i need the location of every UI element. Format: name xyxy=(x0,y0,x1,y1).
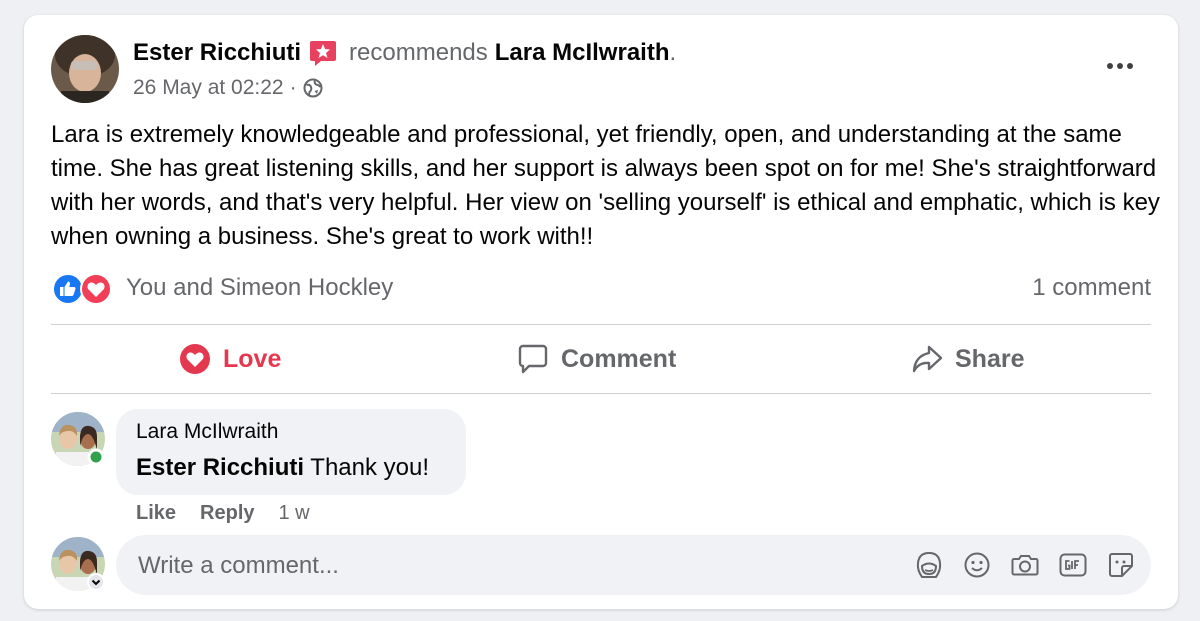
recommends-text: recommends xyxy=(349,39,488,66)
comment-actions: Like Reply 1 w xyxy=(136,502,310,525)
comment-input[interactable] xyxy=(136,535,880,597)
comment-age[interactable]: 1 w xyxy=(279,502,310,525)
post-meta: 26 May at 02:22 · xyxy=(133,76,323,100)
comment-reply-button[interactable]: Reply xyxy=(200,502,254,525)
more-dot xyxy=(1107,63,1113,69)
commenter-avatar[interactable] xyxy=(51,412,105,466)
camera-icon[interactable] xyxy=(1010,550,1040,580)
love-button[interactable]: Love xyxy=(179,326,281,392)
share-button[interactable]: Share xyxy=(911,326,1024,392)
comment-message: Thank you! xyxy=(304,454,430,481)
account-menu-chevron-icon[interactable] xyxy=(87,573,105,591)
emoji-icon[interactable] xyxy=(962,550,992,580)
current-user-avatar[interactable] xyxy=(51,537,105,591)
comment-label: Comment xyxy=(561,344,677,373)
reactions-text[interactable]: You and Simeon Hockley xyxy=(126,274,393,302)
comment-bubble: Lara McIlwraith Ester Ricchiuti Thank yo… xyxy=(116,409,466,495)
comment-text: Ester Ricchiuti Thank you! xyxy=(136,454,429,482)
comment-like-button[interactable]: Like xyxy=(136,502,176,525)
post-timestamp[interactable]: 26 May at 02:22 xyxy=(133,76,284,100)
avatar-sticker-icon[interactable] xyxy=(914,550,944,580)
divider xyxy=(51,324,1151,325)
share-icon xyxy=(912,345,943,373)
reaction-icons[interactable] xyxy=(51,273,117,305)
comment-count[interactable]: 1 comment xyxy=(1032,274,1151,302)
post-body: Lara is extremely knowledgeable and prof… xyxy=(51,121,1160,250)
comment-composer xyxy=(116,535,1151,597)
share-label: Share xyxy=(955,344,1025,373)
comment-author[interactable]: Lara McIlwraith xyxy=(136,420,278,444)
comment-icon xyxy=(518,344,548,374)
comment-button[interactable]: Comment xyxy=(517,326,676,392)
author-avatar[interactable] xyxy=(51,35,119,103)
gif-icon[interactable] xyxy=(1058,550,1088,580)
globe-icon xyxy=(303,78,323,98)
post-card: Ester Ricchiuti recommends Lara McIlwrai… xyxy=(24,15,1178,609)
love-icon xyxy=(180,344,210,374)
period: . xyxy=(669,39,677,66)
more-dot xyxy=(1127,63,1133,69)
post-header: Ester Ricchiuti recommends Lara McIlwrai… xyxy=(133,39,676,67)
recommendation-star-icon xyxy=(309,39,337,67)
sticker-icon[interactable] xyxy=(1106,550,1136,580)
comment-mention[interactable]: Ester Ricchiuti xyxy=(136,454,304,481)
meta-separator: · xyxy=(289,76,297,99)
love-label: Love xyxy=(223,344,282,373)
reactions-summary: You and Simeon Hockley 1 comment xyxy=(51,273,1151,305)
divider xyxy=(51,393,1151,394)
more-dot xyxy=(1117,63,1123,69)
post-actions: Love Comment Share xyxy=(51,326,1151,392)
online-status-dot xyxy=(87,448,105,466)
author-name[interactable]: Ester Ricchiuti xyxy=(133,39,301,67)
recommended-page-name[interactable]: Lara McIlwraith xyxy=(495,39,670,67)
more-options-icon[interactable] xyxy=(1104,59,1136,73)
